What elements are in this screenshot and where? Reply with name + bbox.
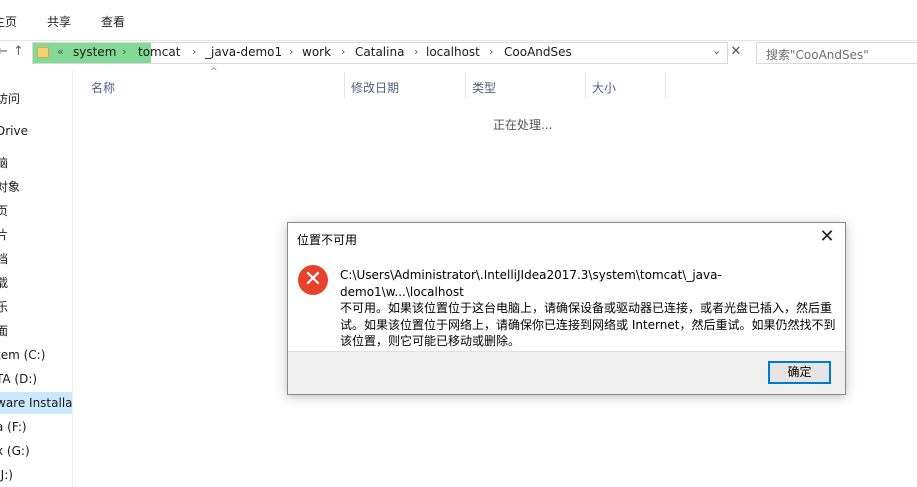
sidebar-item-drive-j[interactable]: (J:) bbox=[0, 464, 72, 486]
breadcrumb-work[interactable]: work bbox=[302, 45, 331, 59]
sort-ascending-icon: ^ bbox=[210, 67, 218, 77]
back-arrow-icon[interactable]: ← bbox=[0, 44, 8, 59]
chevron-right-icon[interactable]: › bbox=[192, 45, 196, 58]
tab-home[interactable]: 主页 bbox=[0, 13, 17, 30]
error-icon: ✕ bbox=[298, 265, 328, 295]
column-divider[interactable] bbox=[465, 72, 466, 98]
ribbon: 主页 共享 查看 bbox=[0, 0, 917, 41]
chevron-right-icon[interactable]: › bbox=[341, 45, 345, 58]
dialog-close-button[interactable]: ✕ bbox=[813, 225, 841, 249]
dialog-message: C:\Users\Administrator\.IntelliJIdea2017… bbox=[340, 267, 836, 350]
dialog-message-line: 不可用。如果该位置位于这台电脑上，请确保设备或驱动器已连接，或者光盘已插入，然后… bbox=[340, 301, 833, 315]
dialog-message-line: 试。如果该位置位于网络上，请确保你已连接到网络或 Internet，然后重试。如… bbox=[340, 317, 836, 332]
sidebar-item-drive-f[interactable]: a (F:) bbox=[0, 416, 72, 438]
column-header-name[interactable]: 名称 bbox=[91, 79, 115, 96]
dialog-title: 位置不可用 bbox=[297, 233, 358, 247]
sidebar-item-videos[interactable]: 页 bbox=[0, 200, 72, 222]
column-divider[interactable] bbox=[344, 72, 345, 98]
sidebar-item-drive-e[interactable]: ware Installa bbox=[0, 392, 72, 414]
sidebar-item-downloads[interactable]: 载 bbox=[0, 272, 72, 294]
sidebar-item-documents[interactable]: 档 bbox=[0, 248, 72, 270]
breadcrumb-catalina[interactable]: Catalina bbox=[355, 45, 404, 59]
breadcrumb-overflow[interactable]: « bbox=[57, 45, 64, 58]
sidebar-item-drive-d[interactable]: TA (D:) bbox=[0, 368, 72, 390]
tab-view[interactable]: 查看 bbox=[101, 13, 125, 30]
breadcrumb-localhost[interactable]: localhost bbox=[426, 45, 480, 59]
up-arrow-icon[interactable]: ↑ bbox=[13, 44, 24, 59]
column-header-type[interactable]: 类型 bbox=[472, 79, 496, 96]
column-header-modified[interactable]: 修改日期 bbox=[351, 79, 399, 96]
close-icon[interactable]: ✕ bbox=[729, 42, 743, 62]
search-placeholder: 搜索"CooAndSes" bbox=[766, 48, 869, 62]
sidebar-item-music[interactable]: 乐 bbox=[0, 296, 72, 318]
search-input[interactable]: 搜索"CooAndSes" bbox=[756, 42, 917, 64]
sidebar-item-drive-g[interactable]: x (G:) bbox=[0, 440, 72, 462]
sidebar-item-pictures[interactable]: 片 bbox=[0, 224, 72, 246]
folder-icon bbox=[37, 47, 49, 58]
address-bar[interactable]: « system › tomcat › _java-demo1 › work ›… bbox=[32, 42, 728, 64]
column-divider[interactable] bbox=[585, 72, 586, 98]
chevron-right-icon[interactable]: › bbox=[122, 45, 126, 58]
chevron-right-icon[interactable]: › bbox=[414, 45, 418, 58]
navigation-pane: 访问 Drive 脑 对象 页 片 档 载 乐 面 tem (C:) TA (D… bbox=[0, 70, 73, 487]
sidebar-item-onedrive[interactable]: Drive bbox=[0, 120, 72, 142]
ok-button[interactable]: 确定 bbox=[768, 361, 831, 384]
sidebar-item-3d-objects[interactable]: 对象 bbox=[0, 176, 72, 198]
sidebar-item-this-pc[interactable]: 脑 bbox=[0, 152, 72, 174]
chevron-down-icon[interactable]: ⌄ bbox=[712, 44, 721, 57]
column-header-size[interactable]: 大小 bbox=[592, 79, 616, 96]
breadcrumb-java-demo1[interactable]: _java-demo1 bbox=[205, 45, 282, 59]
tab-share[interactable]: 共享 bbox=[47, 13, 71, 30]
dialog-footer: 确定 bbox=[288, 351, 845, 394]
dialog-message-line: 该位置，则它可能已移动或删除。 bbox=[340, 334, 521, 348]
working-status: 正在处理... bbox=[493, 118, 553, 132]
chevron-right-icon[interactable]: › bbox=[289, 45, 293, 58]
sidebar-item-quick-access[interactable]: 访问 bbox=[0, 88, 72, 110]
dialog-message-line: C:\Users\Administrator\.IntelliJIdea2017… bbox=[340, 268, 722, 299]
column-divider[interactable] bbox=[665, 72, 666, 98]
location-unavailable-dialog: 位置不可用 ✕ ✕ C:\Users\Administrator\.Intell… bbox=[287, 222, 846, 395]
breadcrumb-cooandses[interactable]: CooAndSes bbox=[504, 45, 572, 59]
breadcrumb-tomcat[interactable]: tomcat bbox=[138, 45, 180, 59]
sidebar-item-desktop[interactable]: 面 bbox=[0, 320, 72, 342]
breadcrumb-system[interactable]: system bbox=[73, 45, 116, 59]
sidebar-item-drive-c[interactable]: tem (C:) bbox=[0, 344, 72, 366]
chevron-right-icon[interactable]: › bbox=[489, 45, 493, 58]
